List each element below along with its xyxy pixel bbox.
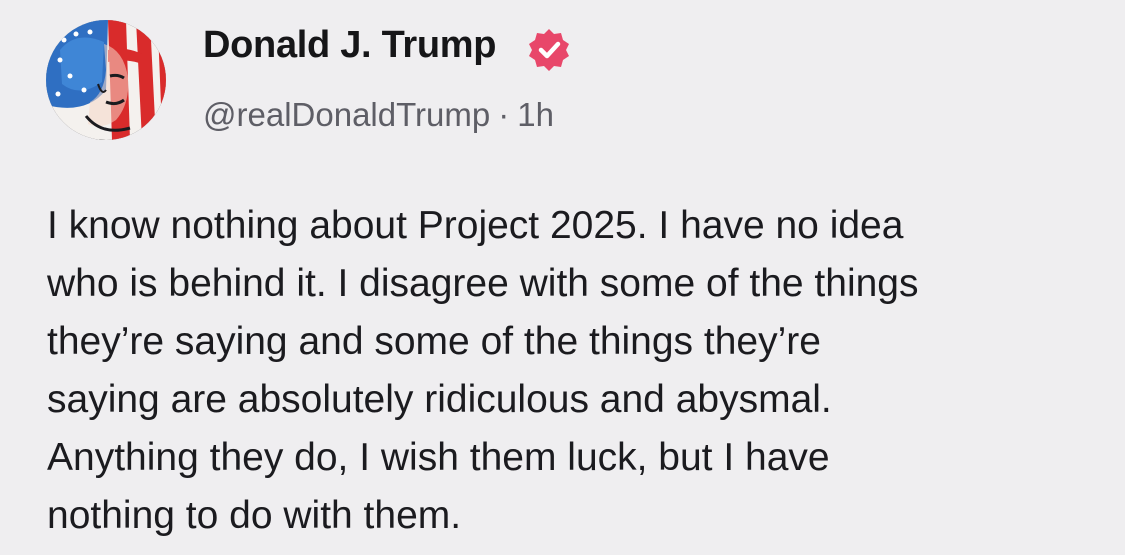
- post-text-line: I know nothing about Project 2025. I hav…: [47, 204, 904, 247]
- post-text-line: Anything they do, I wish them luck, but …: [47, 436, 830, 479]
- post-timestamp[interactable]: 1h: [517, 96, 554, 133]
- author-display-name[interactable]: Donald J. Trump: [203, 24, 497, 67]
- post-text-line: nothing to do with them.: [47, 494, 462, 537]
- meta-separator: ·: [498, 96, 510, 133]
- american-flag-portrait-icon: [46, 20, 166, 140]
- verified-badge-icon: [529, 29, 569, 71]
- post-text-line: saying are absolutely ridiculous and aby…: [47, 378, 832, 421]
- author-meta: @realDonaldTrump · 1h: [203, 96, 554, 134]
- post-text: I know nothing about Project 2025. I hav…: [47, 197, 1107, 545]
- author-avatar[interactable]: [46, 20, 166, 140]
- post-text-line: who is behind it. I disagree with some o…: [47, 262, 919, 305]
- author-handle[interactable]: @realDonaldTrump: [203, 96, 490, 133]
- post-text-line: they’re saying and some of the things th…: [47, 320, 821, 363]
- post-card: Donald J. Trump @realDonaldTrump · 1h I kn…: [0, 0, 1125, 555]
